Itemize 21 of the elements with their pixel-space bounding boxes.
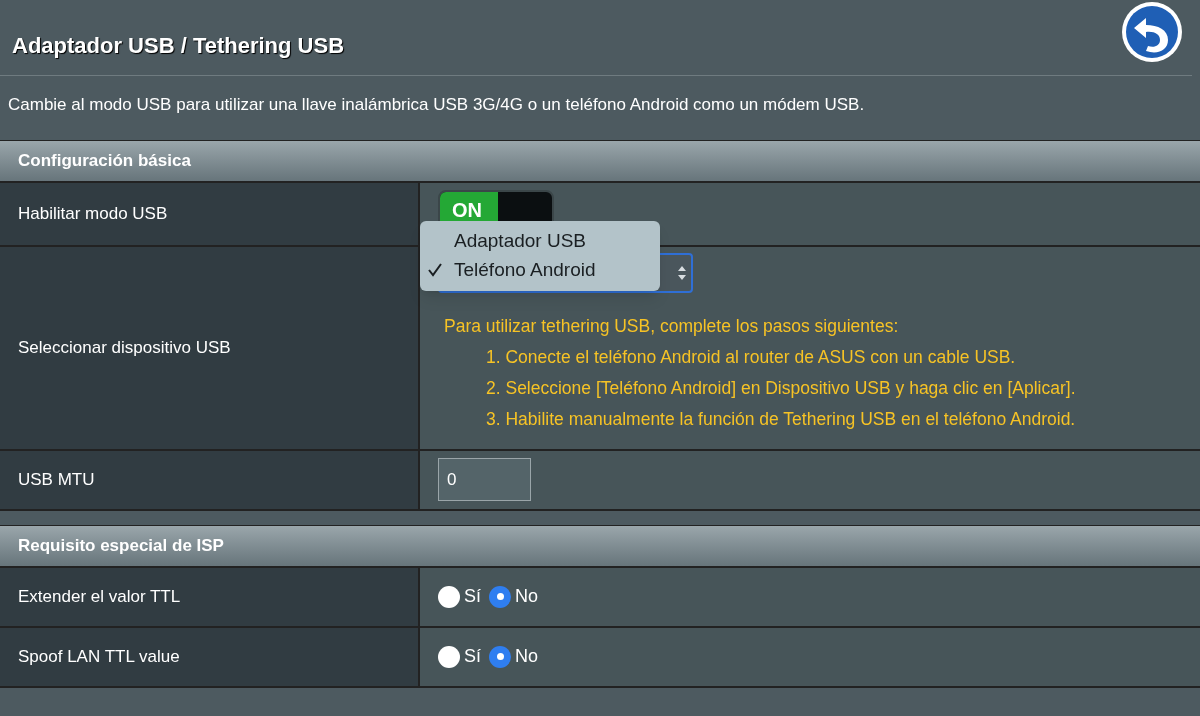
section-header: Configuración básica	[0, 140, 1200, 183]
radio-option[interactable]: No	[489, 643, 539, 670]
instruction-step: 1. Conecte el teléfono Android al router de ASUS con un cable USB.	[486, 341, 1076, 373]
radio-option[interactable]: Sí	[438, 583, 481, 610]
instruction-step: 2. Seleccione [Teléfono Android] en Dispositivo USB y haga clic en [Aplicar].	[486, 372, 1076, 404]
instructions-text: Para utilizar tethering USB, complete los pasos siguientes:	[444, 314, 900, 338]
field-label: USB MTU	[18, 468, 95, 491]
radio-option[interactable]: Sí	[438, 643, 481, 670]
select-arrows-icon	[677, 264, 687, 281]
field-label: Habilitar modo USB	[18, 202, 168, 225]
field-label: Extender el valor TTL	[18, 585, 181, 608]
page-title: Adaptador USB / Tethering USB	[12, 32, 345, 60]
radio-option[interactable]: No	[489, 583, 539, 610]
section-header: Requisito especial de ISP	[0, 525, 1200, 568]
instruction-step: 3. Habilite manualmente la función de Tethering USB en el teléfono Android.	[486, 403, 1076, 435]
field-label: Spoof LAN TTL value	[18, 645, 180, 668]
back-button[interactable]	[1120, 0, 1184, 64]
menu-option[interactable]: Teléfono Android	[420, 255, 660, 285]
field-label: Seleccionar dispositivo USB	[18, 336, 231, 359]
mtu-input[interactable]: 0	[438, 458, 531, 501]
page-description: Cambie al modo USB para utilizar una llave inalámbrica USB 3G/4G o un teléfono Android como un módem USB.	[7, 94, 866, 116]
